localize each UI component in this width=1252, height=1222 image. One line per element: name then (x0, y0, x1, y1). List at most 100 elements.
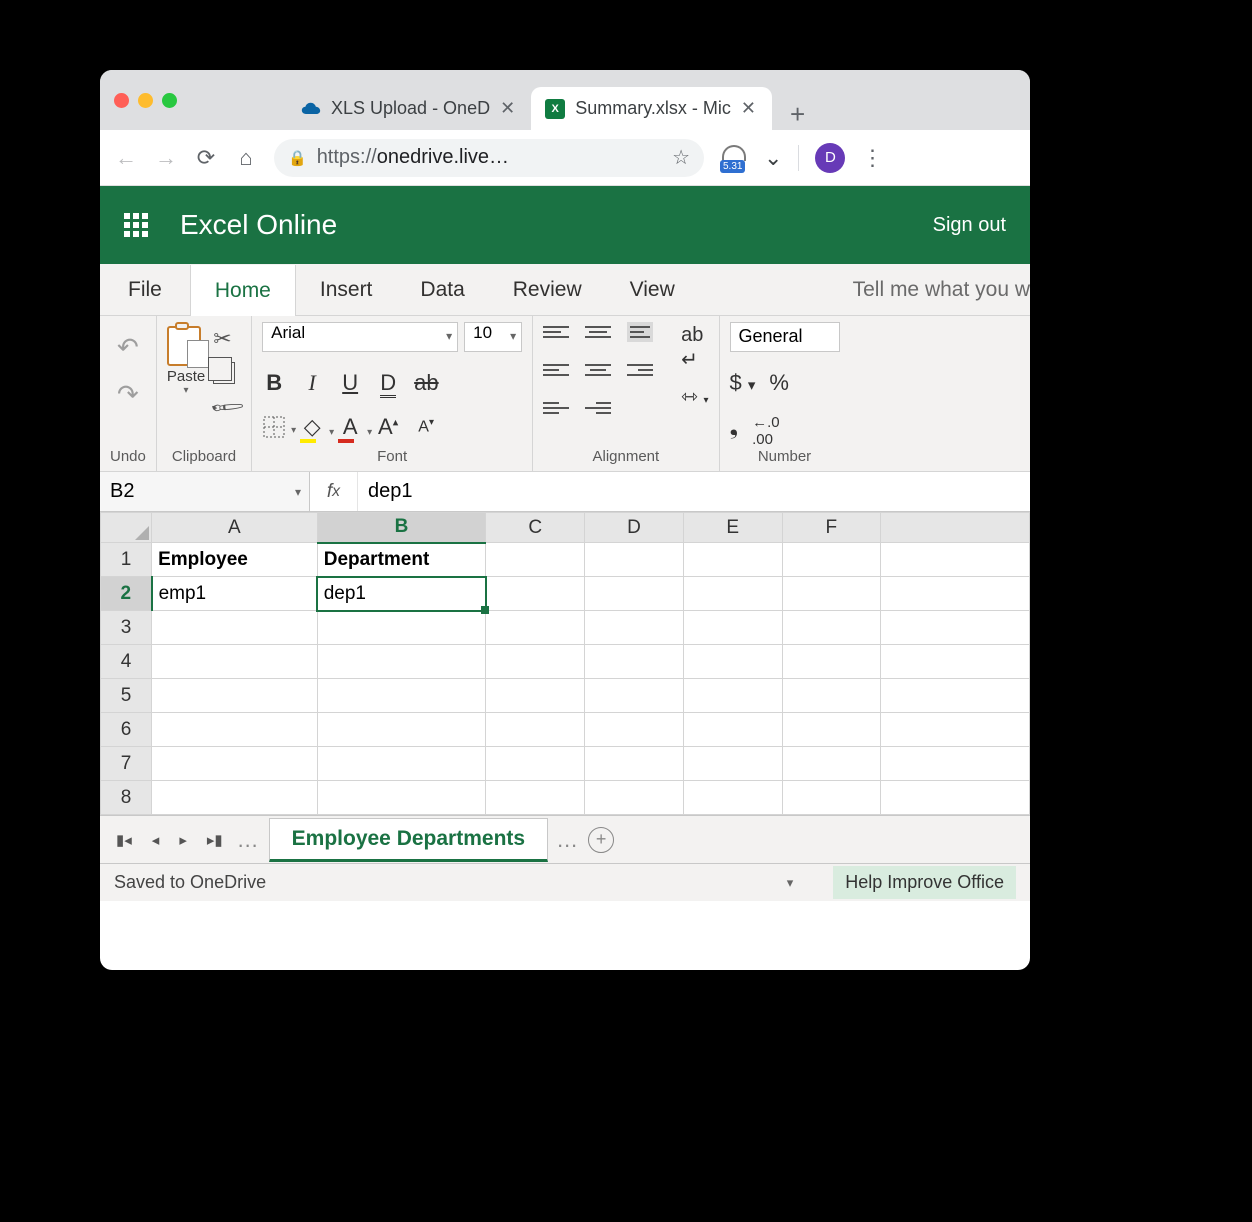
column-header[interactable]: B (317, 513, 486, 543)
row-header[interactable]: 6 (101, 713, 152, 747)
row-header[interactable]: 7 (101, 747, 152, 781)
ribbon-tab-home[interactable]: Home (190, 265, 296, 316)
cell[interactable] (585, 543, 684, 577)
sheet-nav-prev[interactable]: ◂ (146, 831, 166, 849)
decrease-font-button[interactable]: A▾ (414, 417, 438, 436)
cell[interactable] (585, 645, 684, 679)
cell[interactable] (152, 611, 318, 645)
cell[interactable] (152, 679, 318, 713)
cell[interactable] (486, 645, 585, 679)
cell-selected[interactable]: dep1 (317, 577, 486, 611)
row-header[interactable]: 4 (101, 645, 152, 679)
profile-avatar[interactable]: D (815, 143, 845, 173)
cell[interactable] (317, 645, 486, 679)
row-header[interactable]: 5 (101, 679, 152, 713)
reload-button[interactable]: ⟳ (194, 145, 218, 171)
column-header[interactable] (880, 513, 1029, 543)
cell[interactable] (683, 611, 782, 645)
align-top-button[interactable] (543, 322, 569, 342)
borders-button[interactable]: ▾ (262, 416, 286, 438)
cell[interactable] (683, 781, 782, 815)
row-header[interactable]: 3 (101, 611, 152, 645)
column-header[interactable]: C (486, 513, 585, 543)
browser-menu-button[interactable]: ⋮ (861, 145, 883, 171)
cell[interactable] (585, 713, 684, 747)
cell[interactable] (782, 611, 880, 645)
fx-button[interactable]: fx (310, 472, 358, 511)
column-header[interactable]: F (782, 513, 880, 543)
close-tab-icon[interactable]: ✕ (741, 98, 756, 119)
cell[interactable] (317, 611, 486, 645)
comma-style-button[interactable]: ❟ (730, 414, 739, 448)
font-color-button[interactable]: A▾ (338, 414, 362, 440)
tell-me-search[interactable]: Tell me what you w (829, 264, 1030, 315)
bold-button[interactable]: B (262, 370, 286, 396)
undo-button[interactable]: ↶ (117, 332, 139, 363)
cell[interactable] (152, 645, 318, 679)
cell[interactable] (317, 679, 486, 713)
align-center-button[interactable] (585, 360, 611, 380)
increase-font-button[interactable]: A▴ (376, 414, 400, 440)
cell[interactable] (880, 611, 1029, 645)
app-launcher-icon[interactable] (124, 213, 148, 237)
sheet-nav-first[interactable]: ▮◂ (110, 831, 138, 849)
cell[interactable] (486, 577, 585, 611)
cell[interactable] (880, 543, 1029, 577)
cell[interactable]: emp1 (152, 577, 318, 611)
cell[interactable] (317, 781, 486, 815)
ribbon-tab-data[interactable]: Data (396, 264, 488, 315)
sheet-overflow-left[interactable]: … (237, 827, 261, 853)
ribbon-tab-insert[interactable]: Insert (296, 264, 397, 315)
align-bottom-button[interactable] (627, 322, 653, 342)
sheet-tab-active[interactable]: Employee Departments (269, 818, 548, 862)
browser-tab-onedrive[interactable]: XLS Upload - OneD ✕ (287, 87, 531, 130)
paste-button[interactable]: Paste ▾ (167, 322, 205, 396)
cell[interactable] (782, 747, 880, 781)
wrap-text-button[interactable]: ab↵ (681, 324, 708, 372)
pocket-extension-icon[interactable]: ⌄ (764, 145, 782, 171)
double-underline-button[interactable]: D (376, 370, 400, 396)
cell[interactable] (880, 645, 1029, 679)
row-header[interactable]: 2 (101, 577, 152, 611)
browser-tab-excel[interactable]: X Summary.xlsx - Mic ✕ (531, 87, 772, 130)
formula-input[interactable]: dep1 (358, 472, 1030, 511)
cell[interactable] (880, 577, 1029, 611)
extension-gauge-icon[interactable]: 5.31 (720, 145, 748, 171)
cell[interactable]: Department (317, 543, 486, 577)
cell[interactable] (486, 781, 585, 815)
forward-button[interactable]: → (154, 145, 178, 171)
row-header[interactable]: 8 (101, 781, 152, 815)
cell[interactable] (585, 747, 684, 781)
italic-button[interactable]: I (300, 370, 324, 396)
align-left-button[interactable] (543, 360, 569, 380)
maximize-window-button[interactable] (162, 93, 177, 108)
copy-button[interactable] (213, 362, 235, 384)
cell[interactable] (585, 611, 684, 645)
address-bar[interactable]: 🔒 https://onedrive.live… ☆ (274, 139, 704, 177)
column-header[interactable]: D (585, 513, 684, 543)
home-button[interactable]: ⌂ (234, 145, 258, 171)
format-painter-button[interactable]: 🖌 (208, 388, 246, 426)
increase-decimal-button[interactable]: ←.0.00 (752, 414, 780, 448)
decrease-indent-button[interactable] (543, 398, 569, 418)
cell[interactable] (880, 781, 1029, 815)
row-header[interactable]: 1 (101, 543, 152, 577)
cell[interactable] (782, 543, 880, 577)
sign-out-link[interactable]: Sign out (933, 214, 1006, 237)
underline-button[interactable]: U (338, 370, 362, 396)
cell[interactable] (683, 747, 782, 781)
cell[interactable] (585, 577, 684, 611)
ribbon-tab-file[interactable]: File (100, 264, 190, 315)
font-size-select[interactable]: 10▾ (464, 322, 522, 352)
increase-indent-button[interactable] (585, 398, 611, 418)
sheet-nav-last[interactable]: ▸▮ (201, 831, 229, 849)
strikethrough-button[interactable]: ab (414, 370, 438, 396)
cell[interactable] (486, 713, 585, 747)
cell[interactable] (782, 713, 880, 747)
minimize-window-button[interactable] (138, 93, 153, 108)
close-tab-icon[interactable]: ✕ (500, 98, 515, 119)
redo-button[interactable]: ↷ (117, 379, 139, 410)
close-window-button[interactable] (114, 93, 129, 108)
cell[interactable] (152, 747, 318, 781)
cell[interactable] (585, 781, 684, 815)
